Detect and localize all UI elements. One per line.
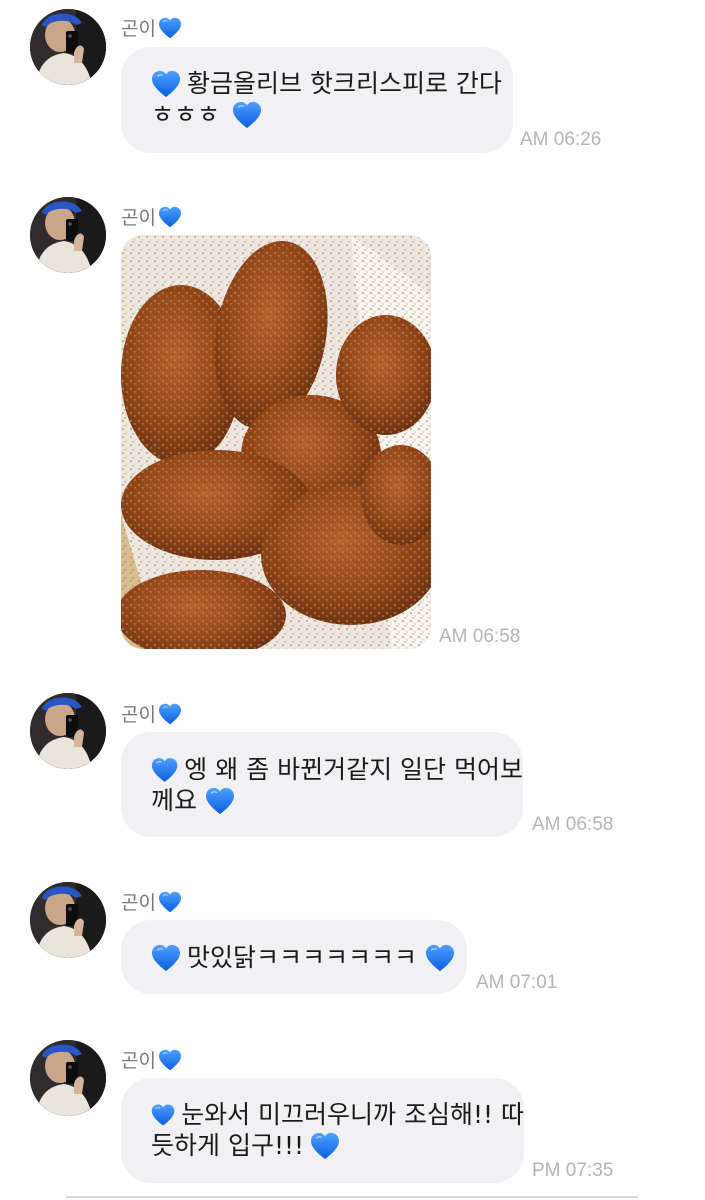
blue-heart-icon	[151, 944, 181, 972]
blue-heart-icon	[425, 944, 455, 972]
message-bubble[interactable]: 눈와서 미끄러우니까 조심해!! 따 듯하게 입구!!!	[121, 1078, 524, 1183]
chicken-photo[interactable]	[121, 235, 431, 649]
blue-heart-icon	[151, 1101, 175, 1129]
message-text: ㅎㅎㅎ	[151, 100, 221, 129]
timestamp: AM 06:26	[520, 129, 602, 150]
message-bubble[interactable]: 황금올리브 핫크리스피로 간다 ㅎㅎㅎ	[121, 47, 513, 153]
timestamp: PM 07:35	[532, 1160, 614, 1181]
blue-heart-icon	[158, 17, 182, 39]
message-bubble[interactable]: 맛있닭ㅋㅋㅋㅋㅋㅋㅋ	[121, 920, 467, 994]
timestamp: AM 07:01	[476, 972, 558, 993]
divider	[66, 1196, 638, 1198]
blue-heart-icon	[151, 70, 181, 98]
blue-heart-icon	[158, 1049, 182, 1071]
message-text: 엥 왜 좀 바뀐거같지 일단 먹어보	[184, 755, 523, 784]
message-text: 황금올리브 핫크리스피로 간다	[187, 69, 502, 98]
timestamp: AM 06:58	[532, 814, 614, 835]
sender-name: 곤이	[121, 888, 182, 915]
blue-heart-icon	[205, 787, 235, 815]
message-text: 듯하게 입구!!!	[151, 1131, 305, 1160]
blue-heart-icon	[232, 101, 262, 129]
sender-name: 곤이	[121, 203, 182, 230]
blue-heart-icon	[158, 891, 182, 913]
avatar[interactable]	[30, 197, 106, 273]
sender-name: 곤이	[121, 700, 182, 727]
sender-name: 곤이	[121, 14, 182, 41]
avatar[interactable]	[30, 882, 106, 958]
blue-heart-icon	[151, 756, 178, 784]
avatar[interactable]	[30, 1040, 106, 1116]
message-text: 눈와서 미끄러우니까 조심해!! 따	[181, 1100, 524, 1129]
message-text: 께요	[151, 786, 198, 815]
timestamp: AM 06:58	[439, 626, 521, 647]
sender-name: 곤이	[121, 1046, 182, 1073]
blue-heart-icon	[158, 206, 182, 228]
message-bubble[interactable]: 엥 왜 좀 바뀐거같지 일단 먹어보 께요	[121, 732, 523, 837]
avatar[interactable]	[30, 693, 106, 769]
avatar[interactable]	[30, 9, 106, 85]
blue-heart-icon	[158, 703, 182, 725]
message-text: 맛있닭ㅋㅋㅋㅋㅋㅋㅋ	[187, 943, 418, 972]
blue-heart-icon	[310, 1132, 340, 1160]
